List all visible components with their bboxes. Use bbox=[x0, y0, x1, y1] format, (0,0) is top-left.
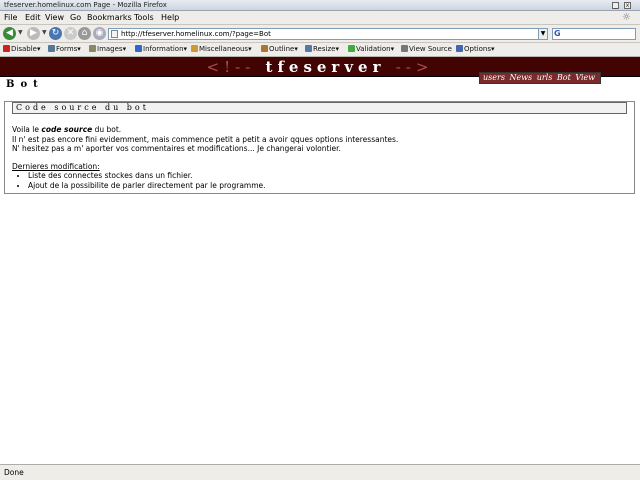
menu-view[interactable]: View bbox=[45, 13, 64, 22]
stop-icon[interactable]: ✕ bbox=[64, 27, 77, 40]
disable-icon bbox=[3, 45, 10, 52]
page-info-icon[interactable]: ◉ bbox=[93, 27, 106, 40]
panel-header: Code source du bot bbox=[12, 102, 627, 114]
forms-icon bbox=[48, 45, 55, 52]
page-title: Bot bbox=[6, 79, 44, 90]
dev-miscellaneous-menu[interactable]: Miscellaneous▾ bbox=[191, 45, 252, 53]
search-engine-icon[interactable]: G bbox=[554, 29, 561, 38]
dev-forms-menu[interactable]: Forms▾ bbox=[48, 45, 81, 53]
forward-arrow-icon[interactable]: ▶ bbox=[27, 27, 40, 40]
outline-icon bbox=[261, 45, 268, 52]
menu-file[interactable]: File bbox=[4, 13, 17, 22]
back-history-dropdown-icon[interactable]: ▼ bbox=[18, 29, 23, 36]
nav-link-urls[interactable]: urls bbox=[537, 73, 553, 82]
options-icon bbox=[456, 45, 463, 52]
web-developer-toolbar: Disable▾ Forms▾ Images▾ Information▾ Mis… bbox=[0, 43, 640, 57]
list-item: Liste des connectes stockes dans un fich… bbox=[28, 171, 627, 181]
panel-body: Voila le code source du bot. Il n' est p… bbox=[12, 125, 627, 190]
menu-tools[interactable]: Tools bbox=[134, 13, 154, 22]
content-panel: Code source du bot Voila le code source … bbox=[4, 101, 635, 194]
miscellaneous-icon bbox=[191, 45, 198, 52]
banner-site-name: tfeserver bbox=[265, 58, 386, 76]
banner-comment-close: --> bbox=[395, 58, 434, 76]
dev-information-menu[interactable]: Information▾ bbox=[135, 45, 187, 53]
images-icon bbox=[89, 45, 96, 52]
menu-bar: File Edit View Go Bookmarks Tools Help ☼ bbox=[0, 11, 640, 25]
window-title: tfeserver.homelinux.com Page - Mozilla F… bbox=[4, 1, 167, 9]
nav-link-news[interactable]: News bbox=[509, 73, 532, 82]
status-bar: Done bbox=[0, 464, 640, 480]
validation-icon bbox=[348, 45, 355, 52]
home-icon[interactable]: ⌂ bbox=[78, 27, 91, 40]
throbber-icon: ☼ bbox=[622, 12, 631, 23]
page-icon bbox=[111, 30, 118, 38]
menu-edit[interactable]: Edit bbox=[25, 13, 41, 22]
modifications-heading: Dernieres modification: bbox=[12, 161, 100, 171]
site-nav: users News urls Bot View bbox=[479, 72, 602, 84]
search-box[interactable]: G bbox=[552, 28, 636, 40]
minimize-button[interactable]: _ bbox=[612, 2, 619, 9]
view-source-icon bbox=[401, 45, 408, 52]
dev-disable-menu[interactable]: Disable▾ bbox=[3, 45, 40, 53]
dev-resize-menu[interactable]: Resize▾ bbox=[305, 45, 339, 53]
comment-invite-line: N' hesitez pas a m' aporter vos commenta… bbox=[12, 144, 341, 153]
menu-bookmarks[interactable]: Bookmarks bbox=[87, 13, 132, 22]
url-bar[interactable]: ▼ bbox=[108, 28, 548, 40]
banner-comment-open: <!-- bbox=[206, 58, 256, 76]
navigation-toolbar: ◀ ▼ ▶ ▼ ↻ ✕ ⌂ ◉ ▼ G bbox=[0, 25, 640, 43]
url-input[interactable] bbox=[121, 29, 531, 39]
menu-go[interactable]: Go bbox=[70, 13, 81, 22]
page-content: <!-- tfeserver --> users News urls Bot V… bbox=[0, 57, 640, 464]
dev-images-menu[interactable]: Images▾ bbox=[89, 45, 126, 53]
nav-link-bot[interactable]: Bot bbox=[557, 73, 571, 82]
window-titlebar: tfeserver.homelinux.com Page - Mozilla F… bbox=[0, 0, 640, 11]
url-history-dropdown-icon[interactable]: ▼ bbox=[538, 29, 547, 39]
list-item: Ajout de la possibilite de parler direct… bbox=[28, 181, 627, 191]
menu-help[interactable]: Help bbox=[161, 13, 179, 22]
dev-validation-menu[interactable]: Validation▾ bbox=[348, 45, 394, 53]
reload-icon[interactable]: ↻ bbox=[49, 27, 62, 40]
close-window-button[interactable]: x bbox=[624, 2, 631, 9]
information-icon bbox=[135, 45, 142, 52]
description-line: Il n' est pas encore fini evidemment, ma… bbox=[12, 134, 399, 144]
intro-line: Voila le code source du bot. bbox=[12, 125, 122, 134]
panel-title: Code source du bot bbox=[16, 103, 149, 112]
resize-icon bbox=[305, 45, 312, 52]
status-text: Done bbox=[4, 468, 24, 477]
modifications-list: Liste des connectes stockes dans un fich… bbox=[28, 171, 627, 190]
forward-history-dropdown-icon[interactable]: ▼ bbox=[42, 29, 47, 36]
dev-outline-menu[interactable]: Outline▾ bbox=[261, 45, 298, 53]
code-source-link[interactable]: code source bbox=[41, 125, 92, 134]
nav-link-users[interactable]: users bbox=[483, 73, 505, 82]
back-arrow-icon[interactable]: ◀ bbox=[3, 27, 16, 40]
dev-view-source-button[interactable]: View Source bbox=[401, 45, 452, 53]
nav-link-view[interactable]: View bbox=[575, 73, 595, 82]
dev-options-menu[interactable]: Options▾ bbox=[456, 45, 495, 53]
